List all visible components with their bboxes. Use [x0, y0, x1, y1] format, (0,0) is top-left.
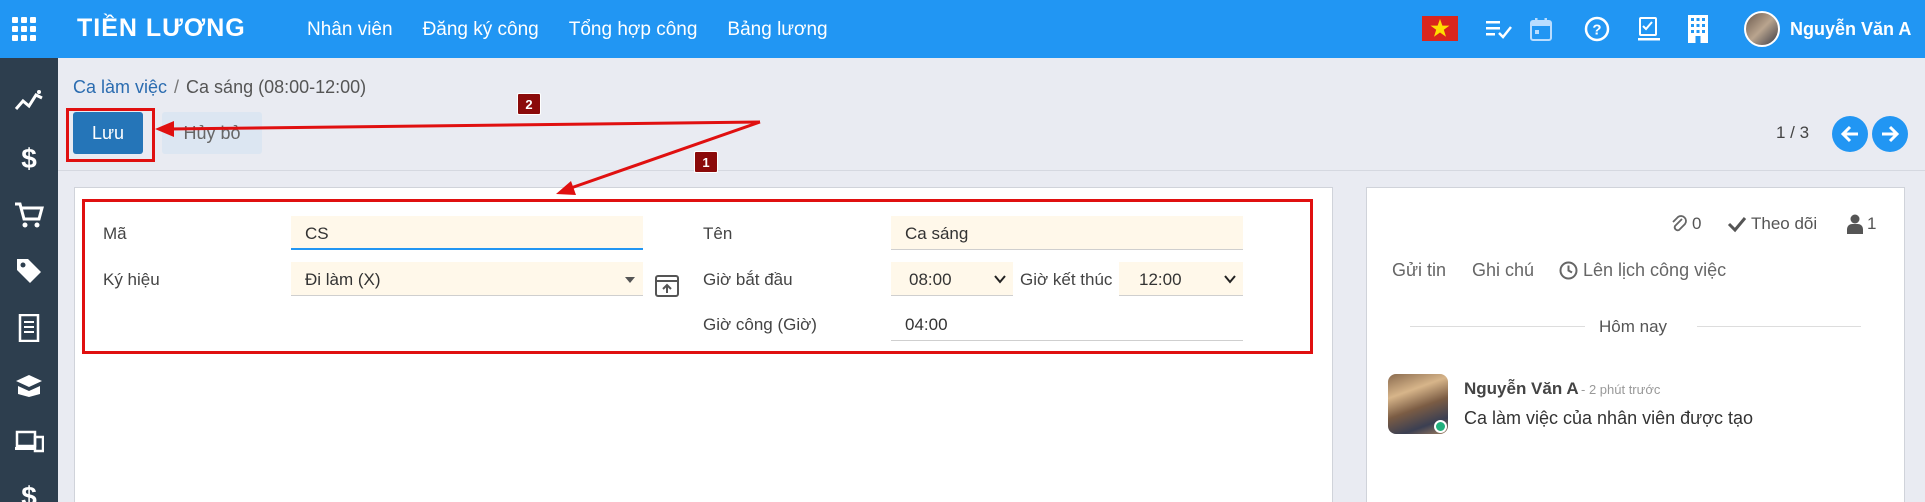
annotation-badge-1: 1: [694, 151, 718, 173]
annotation-arrows: [155, 120, 761, 195]
annotation-badge-2: 2: [517, 93, 541, 115]
